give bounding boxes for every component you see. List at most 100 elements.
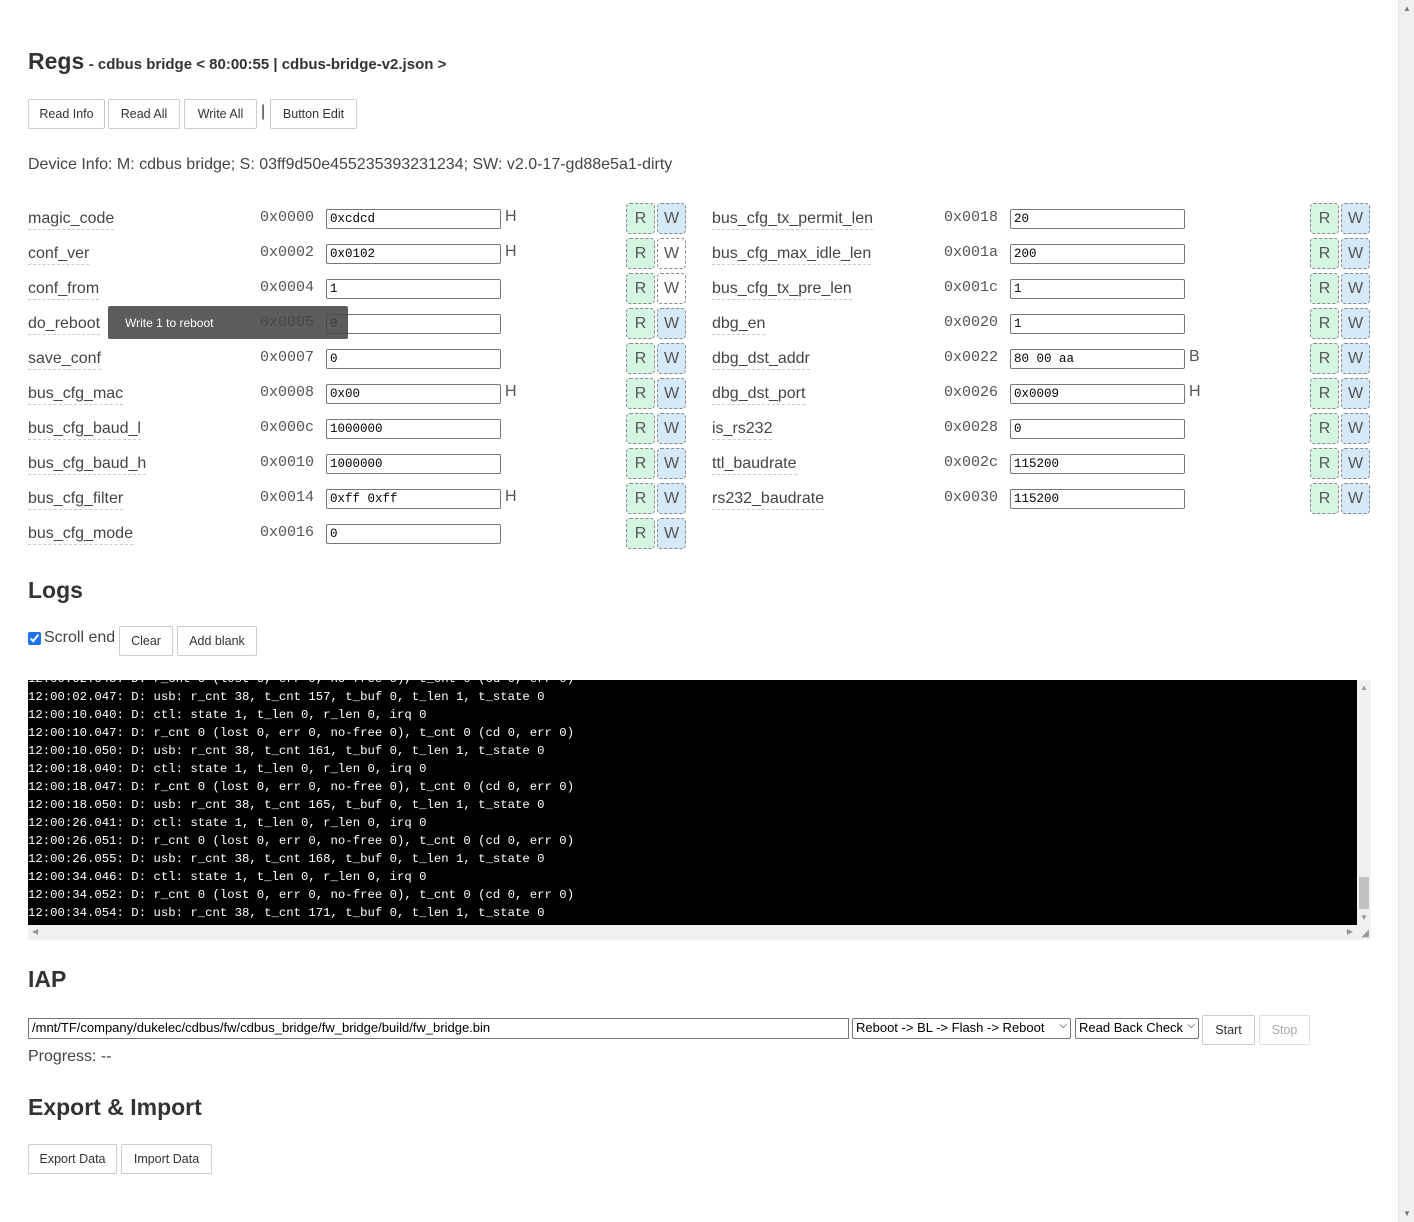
read-register-button[interactable]: R <box>626 308 655 339</box>
register-address: 0x0018 <box>944 209 999 226</box>
iap-start-button[interactable]: Start <box>1202 1015 1255 1045</box>
register-name: rs232_baudrate <box>712 489 825 510</box>
read-info-button[interactable]: Read Info <box>28 99 105 129</box>
register-name: bus_cfg_mode <box>28 524 133 545</box>
write-register-button[interactable]: W <box>657 203 686 234</box>
read-register-button[interactable]: R <box>1310 273 1339 304</box>
read-register-button[interactable]: R <box>1310 343 1339 374</box>
register-value-input[interactable]: 0 <box>326 524 501 544</box>
register-name: magic_code <box>28 209 115 230</box>
write-register-button[interactable]: W <box>1341 448 1370 479</box>
register-address: 0x000c <box>260 419 315 436</box>
read-register-button[interactable]: R <box>1310 203 1339 234</box>
write-register-button[interactable]: W <box>657 343 686 374</box>
read-register-button[interactable]: R <box>1310 238 1339 269</box>
resize-handle-icon[interactable]: ◢ <box>1361 928 1369 939</box>
register-value-input[interactable]: 0 <box>1010 419 1185 439</box>
write-register-button[interactable]: W <box>657 518 686 549</box>
read-all-button[interactable]: Read All <box>108 99 180 129</box>
read-register-button[interactable]: R <box>626 238 655 269</box>
register-value-input[interactable]: 200 <box>1010 244 1185 264</box>
register-address: 0x0002 <box>260 244 315 261</box>
register-value-input[interactable]: 0x00 <box>326 384 501 404</box>
export-import-title: Export & Import <box>28 1094 202 1120</box>
write-register-button[interactable]: W <box>1341 308 1370 339</box>
log-horizontal-scrollbar[interactable]: ◀ ▶ ◢ <box>28 925 1371 940</box>
regs-header: Regs - cdbus bridge < 80:00:55 | cdbus-b… <box>28 48 446 75</box>
device-info: Device Info: M: cdbus bridge; S: 03ff9d5… <box>28 156 673 173</box>
register-value-input[interactable]: 1000000 <box>326 454 501 474</box>
write-register-button[interactable]: W <box>657 238 686 269</box>
register-value-input[interactable]: 0xcdcd <box>326 209 501 229</box>
register-value-input[interactable]: 0x0009 <box>1010 384 1185 404</box>
read-register-button[interactable]: R <box>626 518 655 549</box>
register-value-input[interactable]: 0 <box>326 349 501 369</box>
read-register-button[interactable]: R <box>626 343 655 374</box>
write-register-button[interactable]: W <box>657 448 686 479</box>
scroll-right-icon[interactable]: ▶ <box>1347 927 1353 936</box>
write-register-button[interactable]: W <box>1341 273 1370 304</box>
write-register-button[interactable]: W <box>657 378 686 409</box>
register-value-input[interactable]: 20 <box>1010 209 1185 229</box>
check-mode-select[interactable]: Read Back Check ⌵ <box>1075 1018 1199 1039</box>
check-mode-value: Read Back Check <box>1079 1020 1184 1035</box>
read-register-button[interactable]: R <box>626 448 655 479</box>
write-register-button[interactable]: W <box>657 273 686 304</box>
read-register-button[interactable]: R <box>1310 483 1339 514</box>
scroll-end-option[interactable]: Scroll end <box>27 629 115 647</box>
add-blank-button[interactable]: Add blank <box>177 626 257 656</box>
read-register-button[interactable]: R <box>1310 448 1339 479</box>
button-separator: | <box>261 103 266 120</box>
register-value-input[interactable]: 1 <box>1010 314 1185 334</box>
read-register-button[interactable]: R <box>626 413 655 444</box>
iap-stop-button[interactable]: Stop <box>1259 1015 1310 1045</box>
register-value-input[interactable]: 115200 <box>1010 454 1185 474</box>
register-value-input[interactable]: 0x0102 <box>326 244 501 264</box>
write-register-button[interactable]: W <box>1341 238 1370 269</box>
log-line: 12:00:02.047: D: usb: r_cnt 38, t_cnt 15… <box>28 690 545 704</box>
write-register-button[interactable]: W <box>657 483 686 514</box>
write-register-button[interactable]: W <box>1341 413 1370 444</box>
scroll-end-checkbox[interactable] <box>28 631 41 645</box>
firmware-path-input[interactable]: /mnt/TF/company/dukelec/cdbus/fw/cdbus_b… <box>28 1018 849 1039</box>
write-register-button[interactable]: W <box>1341 343 1370 374</box>
scroll-left-icon[interactable]: ◀ <box>32 927 38 936</box>
register-value-input[interactable]: 1 <box>1010 279 1185 299</box>
read-register-button[interactable]: R <box>626 273 655 304</box>
register-address: 0x0007 <box>260 349 315 366</box>
write-register-button[interactable]: W <box>1341 483 1370 514</box>
write-all-button[interactable]: Write All <box>184 99 257 129</box>
page-scrollbar[interactable]: ▲ ▼ <box>1398 0 1414 1222</box>
register-value-input[interactable]: 80 00 aa <box>1010 349 1185 369</box>
register-value-input[interactable]: 1 <box>326 279 501 299</box>
read-register-button[interactable]: R <box>1310 378 1339 409</box>
read-register-button[interactable]: R <box>1310 308 1339 339</box>
read-register-button[interactable]: R <box>626 483 655 514</box>
register-value-input[interactable]: 0 <box>326 314 501 334</box>
write-register-button[interactable]: W <box>1341 378 1370 409</box>
write-register-button[interactable]: W <box>657 308 686 339</box>
export-data-button[interactable]: Export Data <box>28 1144 117 1174</box>
write-register-button[interactable]: W <box>657 413 686 444</box>
read-register-button[interactable]: R <box>1310 413 1339 444</box>
clear-logs-button[interactable]: Clear <box>119 626 173 656</box>
scroll-down-icon[interactable]: ▼ <box>1360 913 1368 922</box>
scroll-end-label: Scroll end <box>44 629 116 646</box>
import-data-button[interactable]: Import Data <box>121 1144 212 1174</box>
button-edit-button[interactable]: Button Edit <box>270 99 357 129</box>
log-output[interactable]: 12:00:02.045: D: r_cnt 0 (lost 0, err 0,… <box>28 680 1357 925</box>
log-scroll-thumb[interactable] <box>1359 877 1369 909</box>
register-value-input[interactable]: 115200 <box>1010 489 1185 509</box>
register-address: 0x001c <box>944 279 999 296</box>
scroll-down-icon[interactable]: ▼ <box>1403 1209 1411 1218</box>
read-register-button[interactable]: R <box>626 378 655 409</box>
log-vertical-scrollbar[interactable]: ▲ ▼ <box>1357 680 1371 925</box>
register-name: bus_cfg_baud_h <box>28 454 147 475</box>
scroll-up-icon[interactable]: ▲ <box>1360 683 1368 692</box>
iap-mode-select[interactable]: Reboot -> BL -> Flash -> Reboot ⌵ <box>852 1018 1071 1039</box>
read-register-button[interactable]: R <box>626 203 655 234</box>
register-value-input[interactable]: 0xff 0xff <box>326 489 501 509</box>
write-register-button[interactable]: W <box>1341 203 1370 234</box>
register-value-input[interactable]: 1000000 <box>326 419 501 439</box>
scroll-up-icon[interactable]: ▲ <box>1403 4 1411 13</box>
